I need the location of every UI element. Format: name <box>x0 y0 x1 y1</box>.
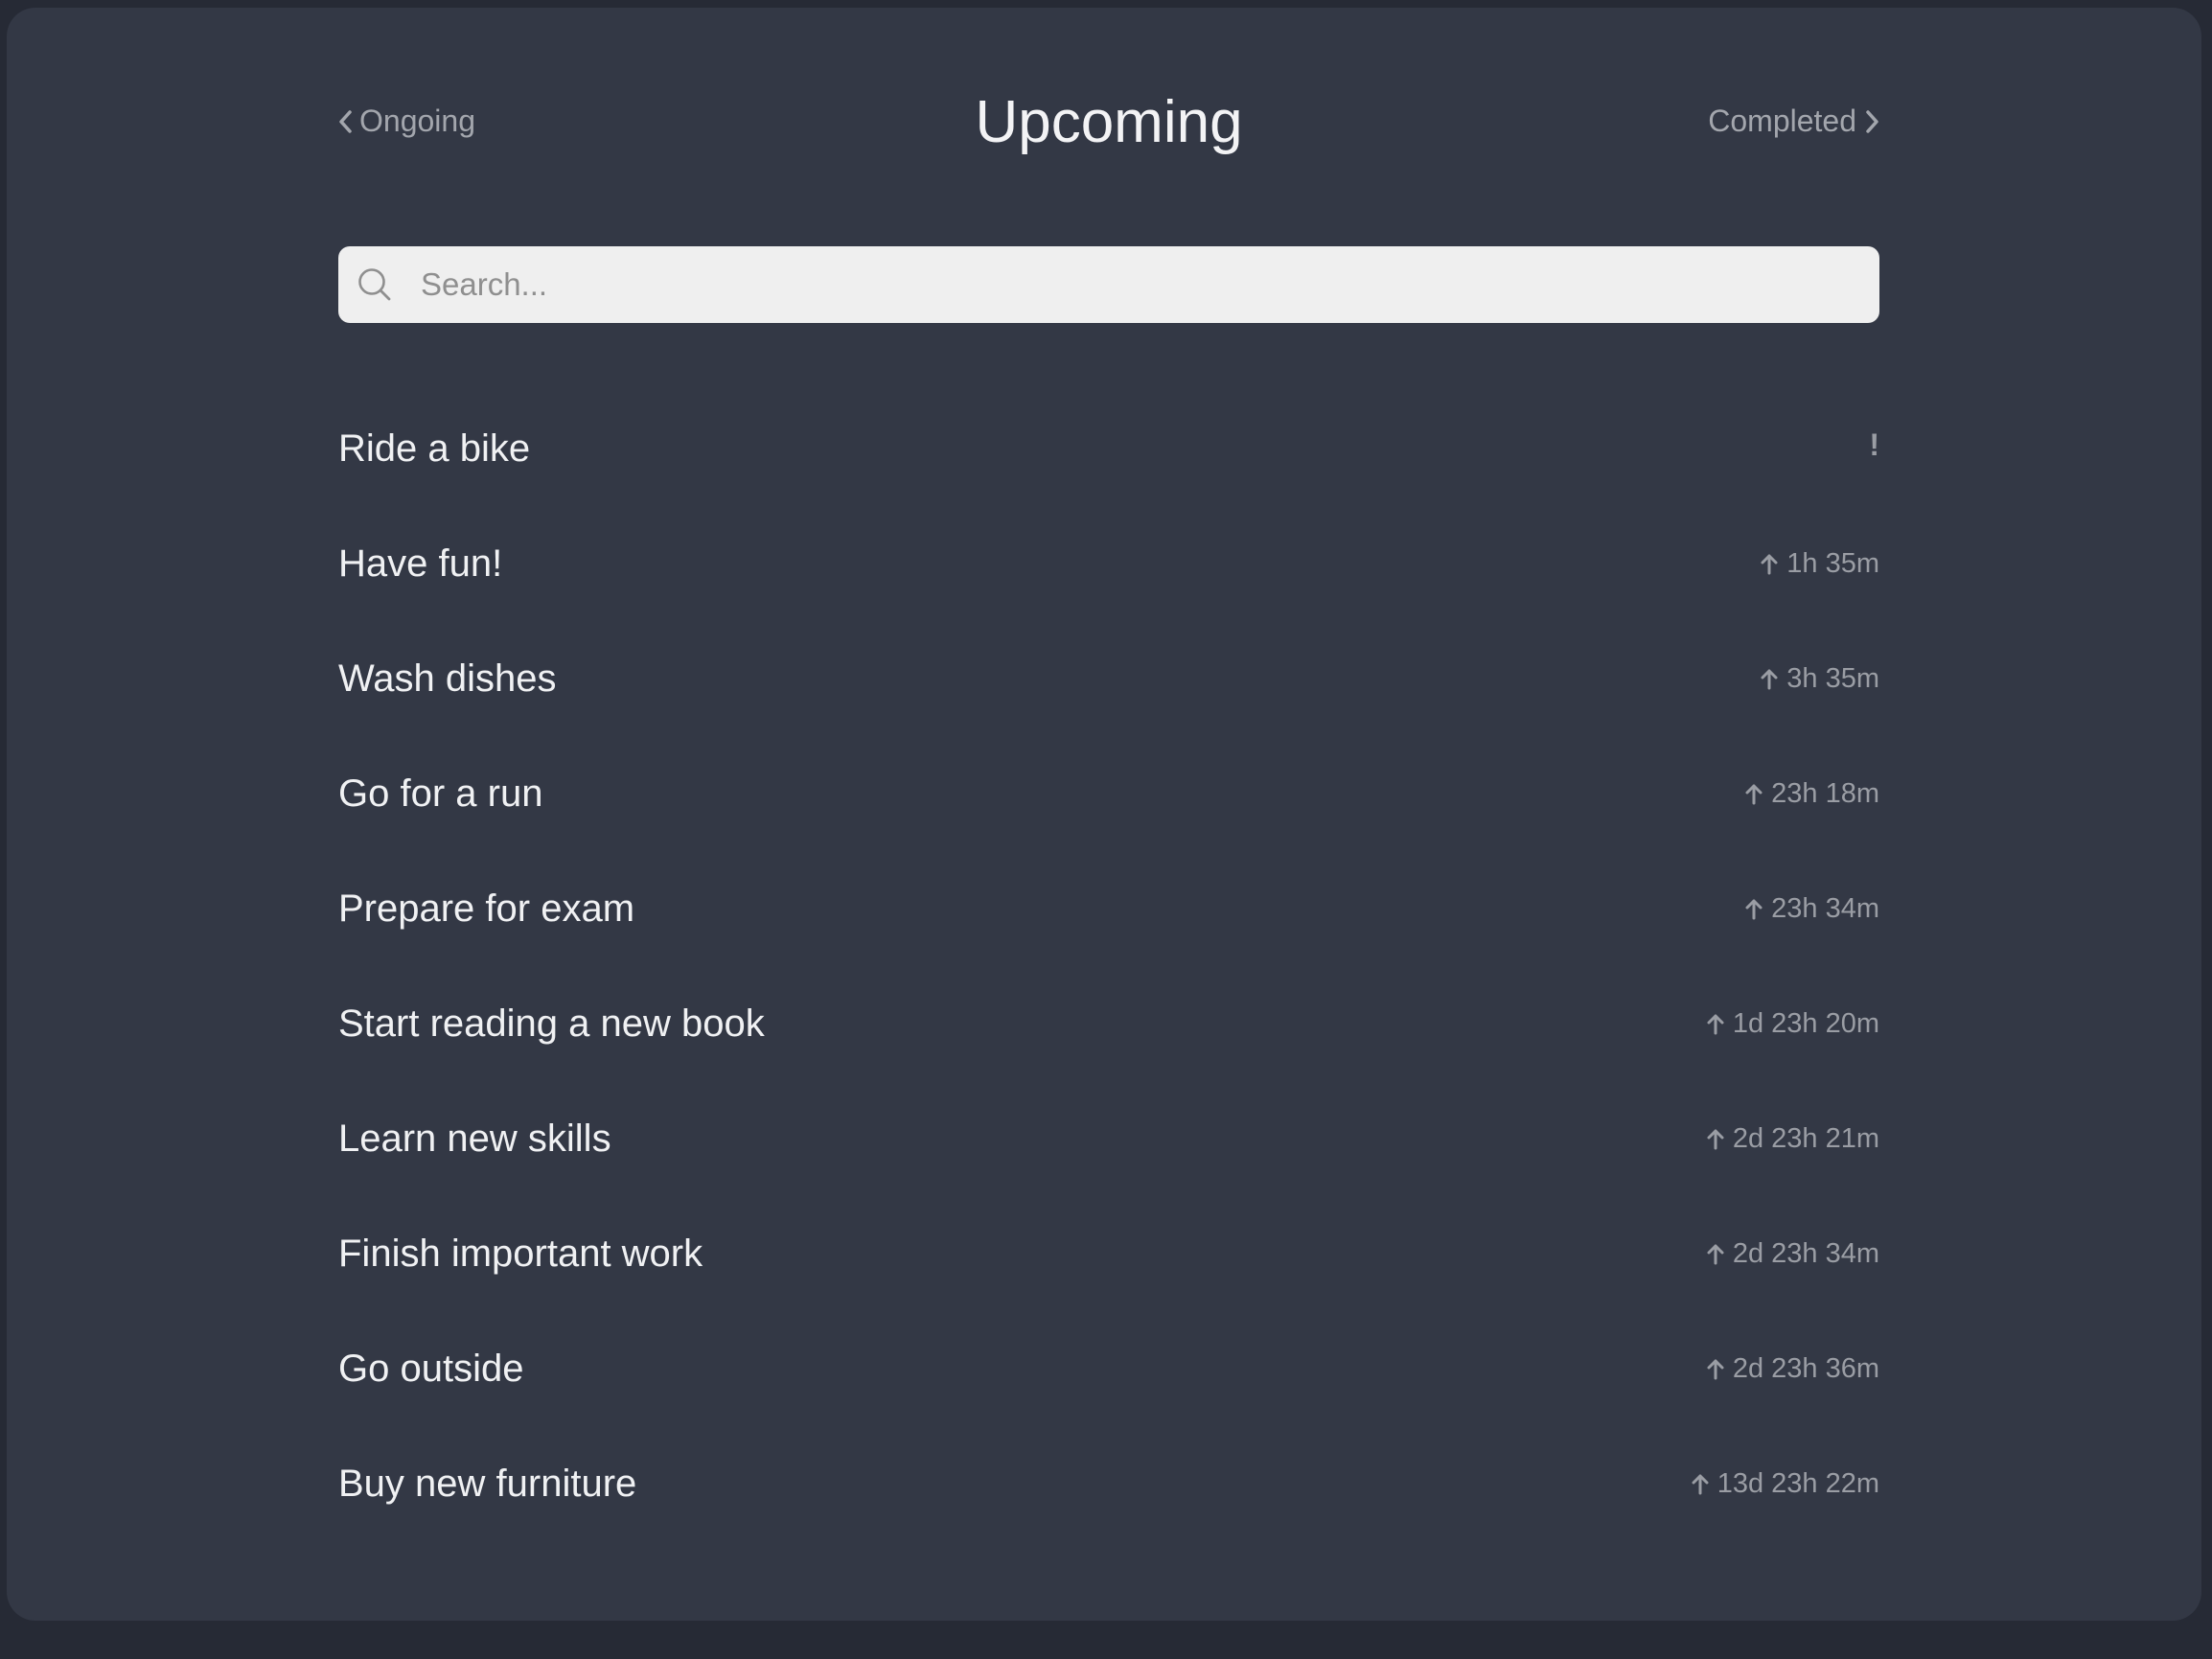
task-time: 2d 23h 36m <box>1706 1352 1879 1385</box>
time-remaining: 13d 23h 22m <box>1717 1468 1879 1499</box>
time-remaining: 1h 35m <box>1786 548 1879 579</box>
arrow-up-icon <box>1692 1474 1709 1495</box>
header: Ongoing Upcoming Completed <box>338 84 1879 161</box>
arrow-up-icon <box>1761 554 1778 575</box>
time-remaining: 3h 35m <box>1786 663 1879 694</box>
time-remaining: 2d 23h 36m <box>1732 1353 1879 1384</box>
time-remaining: 2d 23h 34m <box>1732 1238 1879 1269</box>
task-name: Prepare for exam <box>338 887 635 930</box>
list-item[interactable]: Have fun! 1h 35m <box>338 506 1879 621</box>
task-time: 1h 35m <box>1760 547 1879 580</box>
task-name: Buy new furniture <box>338 1463 637 1505</box>
list-item[interactable]: Finish important work 2d 23h 34m <box>338 1196 1879 1311</box>
task-name: Ride a bike <box>338 427 531 470</box>
list-item[interactable]: Ride a bike ! <box>338 391 1879 506</box>
list-item[interactable]: Learn new skills 2d 23h 21m <box>338 1081 1879 1196</box>
page-title: Upcoming <box>975 89 1243 155</box>
task-time: 2d 23h 34m <box>1706 1237 1879 1270</box>
list-item[interactable]: Prepare for exam 23h 34m <box>338 851 1879 966</box>
list-item[interactable]: Wash dishes 3h 35m <box>338 621 1879 736</box>
time-remaining: 23h 18m <box>1771 778 1879 809</box>
arrow-up-icon <box>1707 1129 1724 1150</box>
time-remaining: 2d 23h 21m <box>1732 1123 1879 1154</box>
search-icon <box>358 268 391 301</box>
list-item[interactable]: Start reading a new book 1d 23h 20m <box>338 966 1879 1081</box>
list-item[interactable]: Go for a run 23h 18m <box>338 736 1879 851</box>
task-time: 23h 18m <box>1744 777 1879 810</box>
arrow-up-icon <box>1707 1359 1724 1380</box>
task-time: 23h 34m <box>1744 892 1879 925</box>
search-input[interactable] <box>421 246 1858 323</box>
time-remaining: 1d 23h 20m <box>1732 1008 1879 1039</box>
priority-flag: ! <box>1869 427 1879 462</box>
task-name: Have fun! <box>338 542 503 585</box>
task-name: Wash dishes <box>338 657 557 700</box>
list-item[interactable]: Buy new furniture 13d 23h 22m <box>338 1426 1879 1541</box>
arrow-up-icon <box>1761 669 1778 690</box>
task-list: Ride a bike ! Have fun! 1h 35m Wash dish… <box>338 391 1879 1541</box>
arrow-up-icon <box>1745 784 1763 805</box>
app-window: Ongoing Upcoming Completed Ride a bike ! <box>7 8 2201 1621</box>
chevron-right-icon <box>1866 109 1878 133</box>
task-name: Start reading a new book <box>338 1002 765 1045</box>
task-time: 2d 23h 21m <box>1706 1122 1879 1155</box>
arrow-up-icon <box>1707 1014 1724 1035</box>
task-name: Learn new skills <box>338 1118 611 1160</box>
task-name: Go outside <box>338 1348 524 1390</box>
nav-completed-label: Completed <box>1708 104 1856 138</box>
search-bar[interactable] <box>338 246 1879 323</box>
arrow-up-icon <box>1745 899 1763 920</box>
task-time: 13d 23h 22m <box>1691 1467 1879 1500</box>
time-remaining: 23h 34m <box>1771 893 1879 924</box>
task-time: 3h 35m <box>1760 662 1879 695</box>
list-item[interactable]: Go outside 2d 23h 36m <box>338 1311 1879 1426</box>
nav-completed-link[interactable]: Completed <box>1708 104 1879 139</box>
arrow-up-icon <box>1707 1244 1724 1265</box>
task-name: Finish important work <box>338 1233 703 1275</box>
task-time: 1d 23h 20m <box>1706 1007 1879 1040</box>
task-name: Go for a run <box>338 772 543 815</box>
